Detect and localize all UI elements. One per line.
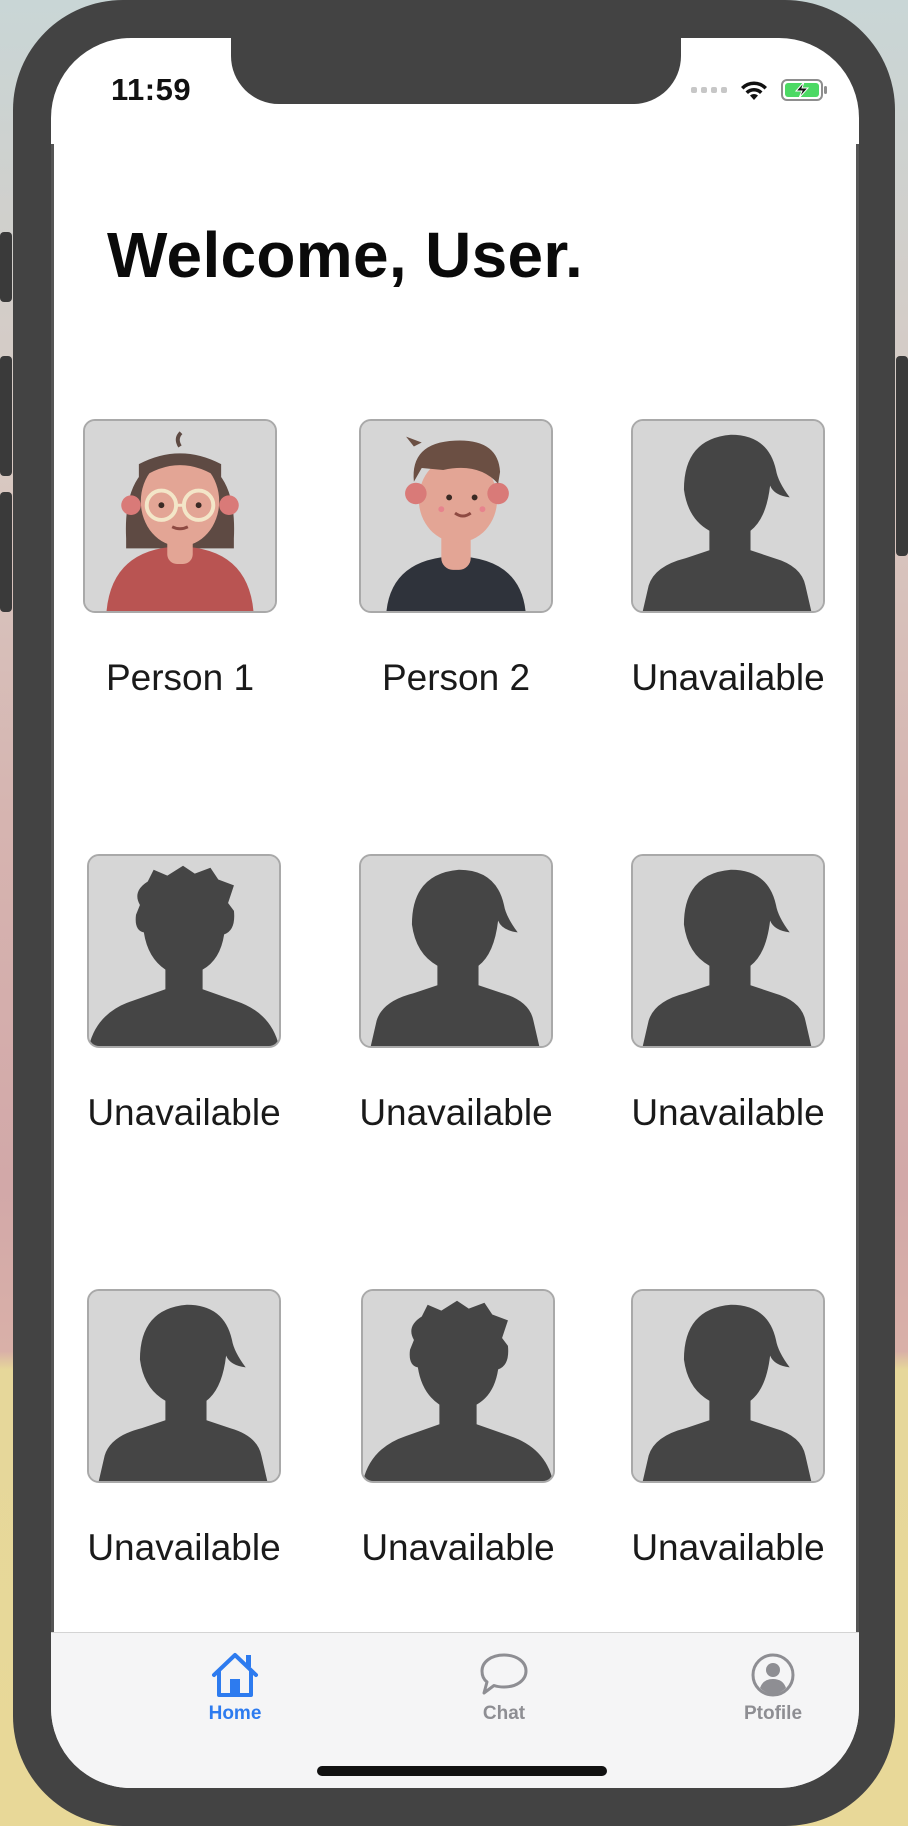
avatar	[631, 419, 825, 613]
person-card[interactable]: Unavailable	[356, 854, 556, 1134]
tab-profile[interactable]: Ptofile	[703, 1651, 843, 1725]
screen: 11:59 Welcome, User. Person 1 Person 2 U…	[51, 38, 859, 1788]
female-silhouette-icon	[89, 1291, 279, 1481]
tab-bar: Home Chat Ptofile	[51, 1632, 859, 1788]
person-name: Unavailable	[631, 1527, 825, 1568]
avatar	[87, 854, 281, 1048]
status-icons	[691, 78, 829, 102]
content-right-edge	[856, 144, 859, 1670]
house-icon	[212, 1653, 258, 1697]
person-name: Unavailable	[359, 1092, 553, 1133]
tab-chat[interactable]: Chat	[434, 1651, 574, 1725]
person-card[interactable]: Unavailable	[628, 419, 828, 699]
person-card[interactable]: Unavailable	[628, 854, 828, 1134]
power-button	[896, 356, 908, 556]
volume-down-button	[0, 492, 12, 612]
volume-up-button	[0, 356, 12, 476]
avatar	[359, 854, 553, 1048]
notch	[231, 38, 681, 104]
female-silhouette-icon	[633, 421, 823, 611]
tab-home[interactable]: Home	[165, 1651, 305, 1725]
content-left-edge	[51, 144, 54, 1670]
page-title: Welcome, User.	[107, 219, 584, 291]
female-silhouette-icon	[633, 1291, 823, 1481]
person-card[interactable]: Unavailable	[628, 1289, 828, 1569]
avatar	[83, 419, 277, 613]
wifi-icon	[741, 81, 767, 100]
female-avatar-icon	[85, 421, 275, 611]
person-name: Unavailable	[631, 1092, 825, 1133]
person-name: Person 1	[105, 657, 255, 698]
status-time: 11:59	[111, 72, 192, 107]
female-silhouette-icon	[361, 856, 551, 1046]
avatar	[631, 854, 825, 1048]
female-silhouette-icon	[633, 856, 823, 1046]
cellular-signal-icon	[691, 87, 727, 93]
person-card[interactable]: Unavailable	[358, 1289, 558, 1569]
avatar	[361, 1289, 555, 1483]
person-card[interactable]: Person 1	[80, 419, 280, 699]
male-avatar-icon	[361, 421, 551, 611]
tab-home-label: Home	[208, 1703, 262, 1724]
tab-chat-label: Chat	[482, 1703, 526, 1724]
person-card[interactable]: Unavailable	[84, 1289, 284, 1569]
chat-bubble-icon	[480, 1653, 528, 1695]
person-name: Unavailable	[87, 1527, 281, 1568]
person-circle-icon	[751, 1653, 795, 1697]
person-name: Unavailable	[87, 1092, 281, 1133]
silent-switch	[0, 232, 12, 302]
avatar	[359, 419, 553, 613]
phone-frame: 11:59 Welcome, User. Person 1 Person 2 U…	[13, 0, 895, 1826]
tab-profile-label: Ptofile	[743, 1703, 803, 1724]
person-card[interactable]: Unavailable	[84, 854, 284, 1134]
home-indicator[interactable]	[317, 1766, 607, 1776]
person-name: Unavailable	[631, 657, 825, 698]
person-name: Person 2	[381, 657, 531, 698]
avatar	[87, 1289, 281, 1483]
battery-charging-icon	[781, 79, 827, 101]
person-name: Unavailable	[361, 1527, 555, 1568]
avatar	[631, 1289, 825, 1483]
male-silhouette-icon	[89, 856, 279, 1046]
person-card[interactable]: Person 2	[356, 419, 556, 699]
male-silhouette-icon	[363, 1291, 553, 1481]
